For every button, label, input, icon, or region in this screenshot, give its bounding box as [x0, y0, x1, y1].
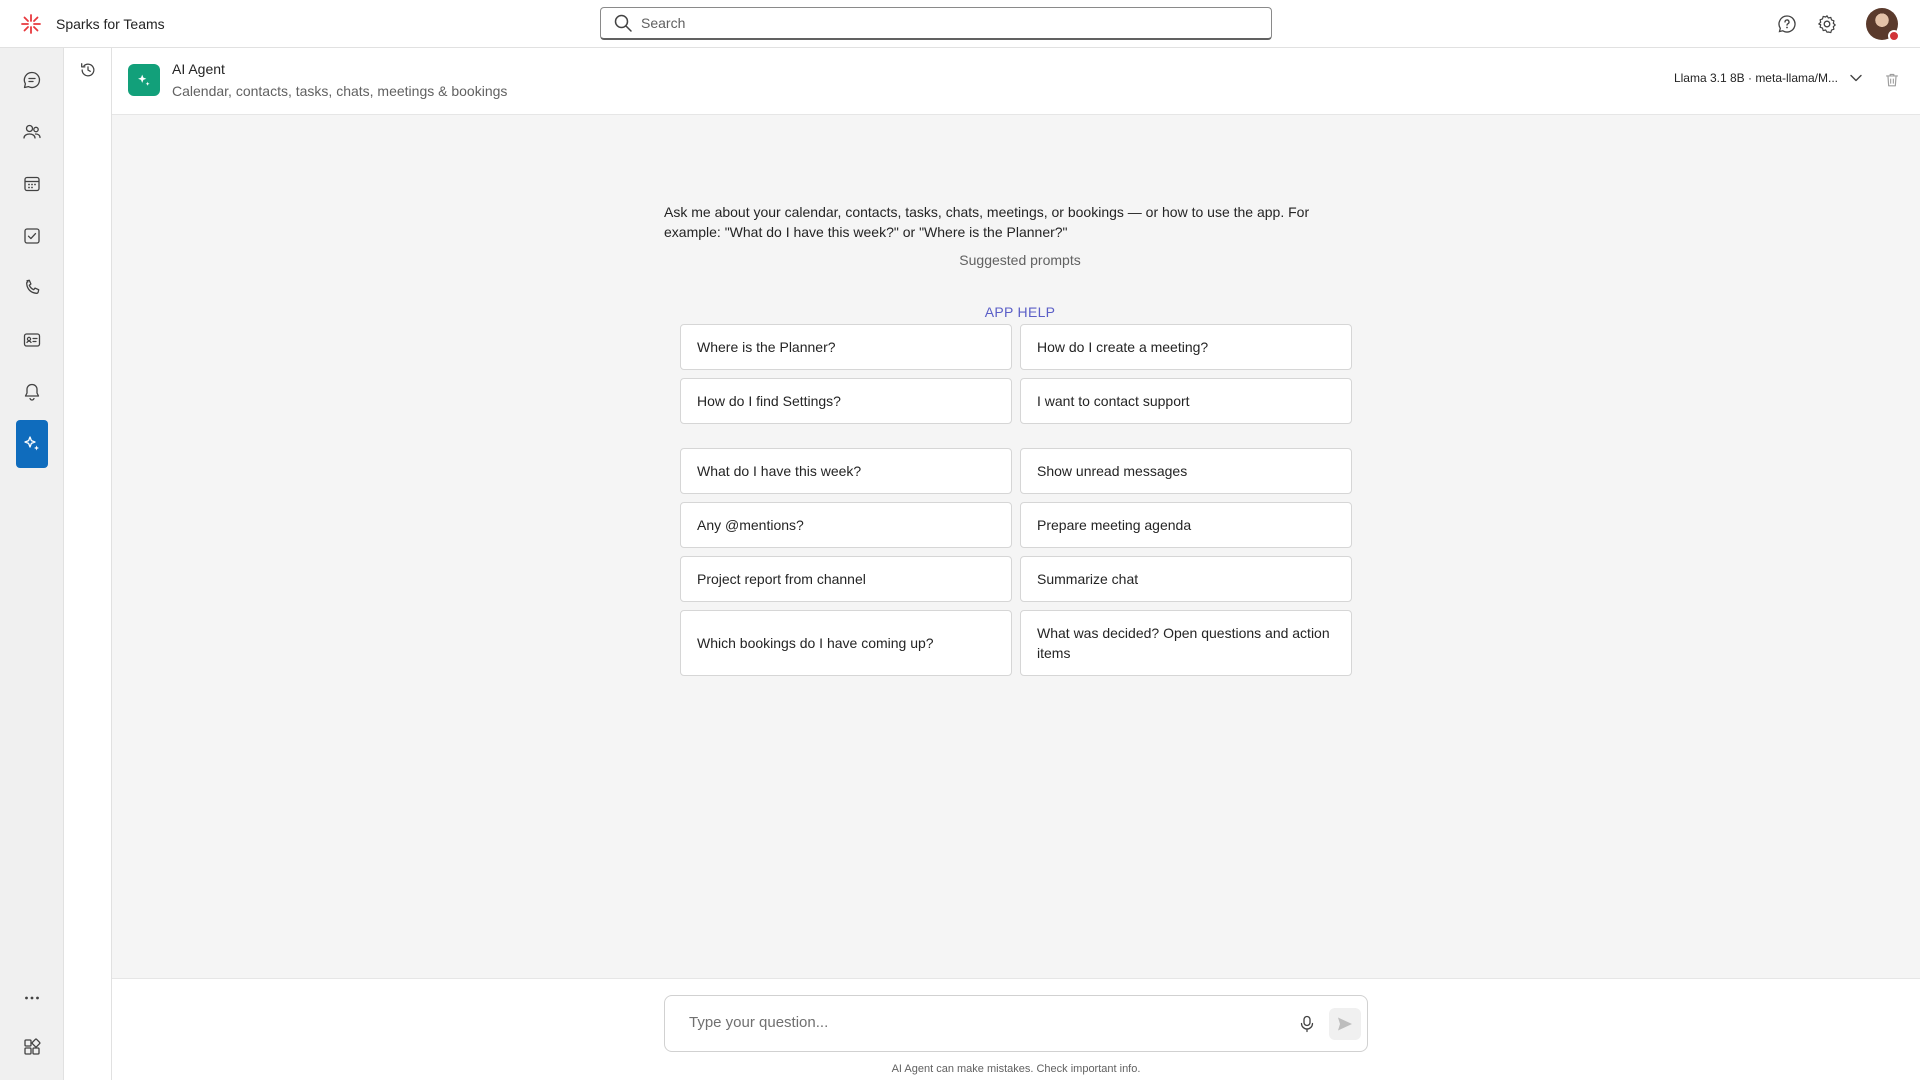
prompt-card[interactable]: How do I find Settings?: [680, 378, 1012, 424]
apps-icon[interactable]: [16, 1023, 48, 1071]
help-icon[interactable]: [1775, 12, 1799, 36]
prompt-card[interactable]: Any @mentions?: [680, 502, 1012, 548]
agent-header: AI Agent Calendar, contacts, tasks, chat…: [112, 48, 1920, 115]
agent-main: AI Agent Calendar, contacts, tasks, chat…: [112, 48, 1920, 1080]
model-select[interactable]: Llama 3.1 8B · meta-llama/M...: [1674, 70, 1864, 86]
send-icon: [1336, 1015, 1354, 1033]
sparkle-icon: [135, 71, 153, 89]
question-input[interactable]: Type your question...: [664, 995, 1368, 1052]
trash-icon[interactable]: [1880, 68, 1904, 92]
brand[interactable]: Sparks for Teams: [20, 12, 165, 36]
prompt-card[interactable]: How do I create a meeting?: [1020, 324, 1352, 370]
gear-icon[interactable]: [1815, 12, 1839, 36]
app-rail: [0, 48, 64, 1080]
rail-item-calendar[interactable]: [16, 160, 48, 208]
model-name: Llama 3.1 8B · meta-llama/M...: [1673, 71, 1838, 85]
chat-icon: [22, 70, 42, 90]
rail-item-calls[interactable]: [16, 264, 48, 312]
search-icon: [613, 13, 633, 33]
sparkle-icon: [22, 434, 42, 454]
rail-item-tasks[interactable]: [16, 212, 48, 260]
rail-item-chat[interactable]: [16, 56, 48, 104]
suggested-prompts-label: Suggested prompts: [959, 252, 1081, 268]
prompt-card[interactable]: Which bookings do I have coming up?: [680, 610, 1012, 676]
people-icon: [22, 122, 42, 142]
app-help-label: APP HELP: [984, 304, 1056, 320]
calendar-icon: [22, 174, 42, 194]
prompt-card[interactable]: Show unread messages: [1020, 448, 1352, 494]
top-bar: Sparks for Teams Search: [0, 0, 1920, 48]
ai-disclaimer: AI Agent can make mistakes. Check import…: [891, 1063, 1141, 1075]
bell-icon: [22, 382, 42, 402]
prompt-card[interactable]: Where is the Planner?: [680, 324, 1012, 370]
agent-title: AI Agent: [172, 61, 225, 77]
prompt-card[interactable]: Project report from channel: [680, 556, 1012, 602]
history-panel: [64, 48, 112, 1080]
question-placeholder: Type your question...: [689, 1014, 829, 1031]
prompt-card[interactable]: What do I have this week?: [680, 448, 1012, 494]
contact-card-icon: [22, 330, 42, 350]
chevron-down-icon: [1848, 70, 1864, 86]
prompt-card[interactable]: Summarize chat: [1020, 556, 1352, 602]
history-icon[interactable]: [76, 58, 100, 82]
phone-icon: [22, 278, 42, 298]
rail-item-ai-agent[interactable]: [16, 420, 48, 468]
prompt-card[interactable]: Prepare meeting agenda: [1020, 502, 1352, 548]
search-placeholder: Search: [641, 15, 686, 31]
more-icon[interactable]: [16, 974, 48, 1022]
avatar[interactable]: [1866, 8, 1900, 42]
agent-badge: [128, 64, 160, 96]
rail-item-contacts[interactable]: [16, 316, 48, 364]
microphone-icon[interactable]: [1297, 1014, 1317, 1034]
rail-item-activity[interactable]: [16, 368, 48, 416]
agent-intro: Ask me about your calendar, contacts, ta…: [664, 204, 1310, 240]
sparks-logo-icon: [20, 13, 42, 35]
presence-status-icon: [1888, 30, 1900, 42]
prompt-card[interactable]: What was decided? Open questions and act…: [1020, 610, 1352, 676]
search-input[interactable]: Search: [600, 7, 1272, 40]
agent-subtitle: Calendar, contacts, tasks, chats, meetin…: [172, 83, 508, 99]
rail-item-teams[interactable]: [16, 108, 48, 156]
prompt-card[interactable]: I want to contact support: [1020, 378, 1352, 424]
send-button[interactable]: [1329, 1008, 1361, 1040]
composer-area: Type your question... AI Agent can make …: [112, 978, 1920, 1080]
app-name: Sparks for Teams: [56, 16, 165, 32]
tasks-icon: [22, 226, 42, 246]
